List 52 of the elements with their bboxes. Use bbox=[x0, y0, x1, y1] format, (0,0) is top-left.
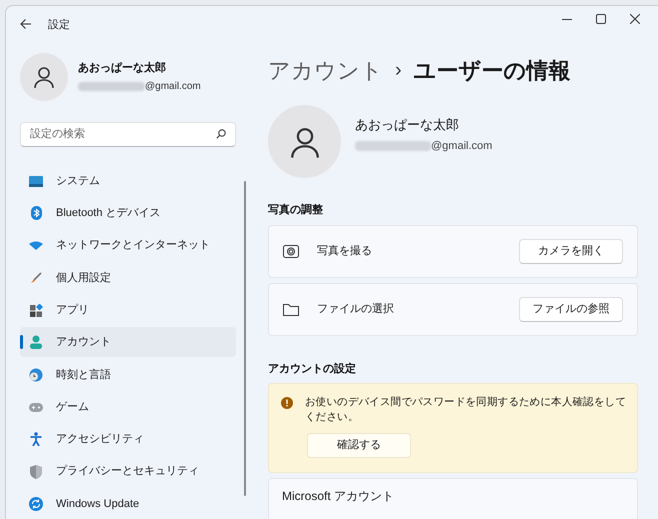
sidebar-item[interactable]: 個人用設定 bbox=[20, 262, 236, 293]
sidebar-item[interactable]: システム bbox=[20, 166, 236, 196]
sidebar-item[interactable]: Windows Update bbox=[20, 488, 236, 519]
sidebar-item[interactable]: Bluetooth とデバイス bbox=[20, 198, 236, 228]
gamepad-icon bbox=[29, 402, 43, 412]
setting-label: ファイルの選択 bbox=[317, 302, 395, 317]
monitor-icon bbox=[29, 176, 43, 186]
maximize-icon[interactable] bbox=[596, 14, 606, 24]
verify-button[interactable]: 確認する bbox=[307, 433, 411, 458]
warning-icon bbox=[281, 397, 293, 409]
person-icon bbox=[30, 335, 42, 350]
bluetooth-icon bbox=[30, 206, 42, 220]
sidebar-item[interactable]: アプリ bbox=[20, 295, 236, 326]
accessibility-icon bbox=[30, 432, 42, 446]
clock-globe-icon bbox=[29, 368, 43, 382]
wifi-icon bbox=[29, 241, 43, 250]
action-button[interactable]: カメラを開く bbox=[519, 238, 623, 264]
brush-icon bbox=[30, 272, 42, 284]
window-title: 設定 bbox=[48, 18, 70, 33]
person-icon bbox=[32, 65, 56, 89]
warning-message: お使いのデバイス間でパスワードを同期するために本人確認をしてください。 bbox=[305, 395, 628, 425]
user-email: @gmail.com bbox=[431, 139, 492, 154]
page-title: ユーザーの情報 bbox=[414, 56, 571, 84]
sidebar-item[interactable]: アクセシビリティ bbox=[20, 424, 236, 454]
setting-label: 写真を撮る bbox=[317, 244, 373, 259]
close-icon[interactable] bbox=[630, 14, 640, 24]
camera-icon bbox=[283, 244, 299, 258]
search-icon bbox=[216, 129, 226, 139]
apps-icon bbox=[30, 304, 42, 317]
back-arrow-icon[interactable] bbox=[20, 18, 32, 30]
sidebar-item[interactable]: プライバシーとセキュリティ bbox=[20, 456, 236, 487]
shield-icon bbox=[30, 464, 42, 479]
selection-indicator bbox=[20, 335, 23, 350]
refresh-icon bbox=[29, 496, 43, 511]
scrollbar[interactable] bbox=[244, 181, 246, 496]
sidebar-item[interactable]: アカウント bbox=[20, 327, 236, 358]
card-title: Microsoft アカウント bbox=[282, 488, 396, 505]
action-button[interactable]: ファイルの参照 bbox=[519, 296, 623, 322]
minimize-icon[interactable] bbox=[562, 18, 572, 20]
section-heading: 写真の調整 bbox=[268, 202, 324, 218]
breadcrumb-separator: › bbox=[395, 58, 402, 83]
user-name: あおっぱーな太郎 bbox=[78, 60, 167, 76]
sidebar-item[interactable]: ゲーム bbox=[20, 392, 236, 422]
sidebar-item[interactable]: ネットワークとインターネット bbox=[20, 230, 236, 261]
user-email: @gmail.com bbox=[145, 80, 201, 94]
redacted-block bbox=[78, 82, 145, 91]
sidebar-item[interactable]: 時刻と言語 bbox=[20, 360, 236, 390]
user-name: あおっぱーな太郎 bbox=[355, 116, 460, 134]
search-field[interactable]: 設定の検索 bbox=[20, 122, 236, 146]
section-heading: アカウントの設定 bbox=[268, 362, 357, 376]
breadcrumb-link[interactable]: アカウント bbox=[268, 54, 383, 86]
folder-icon bbox=[283, 302, 299, 316]
